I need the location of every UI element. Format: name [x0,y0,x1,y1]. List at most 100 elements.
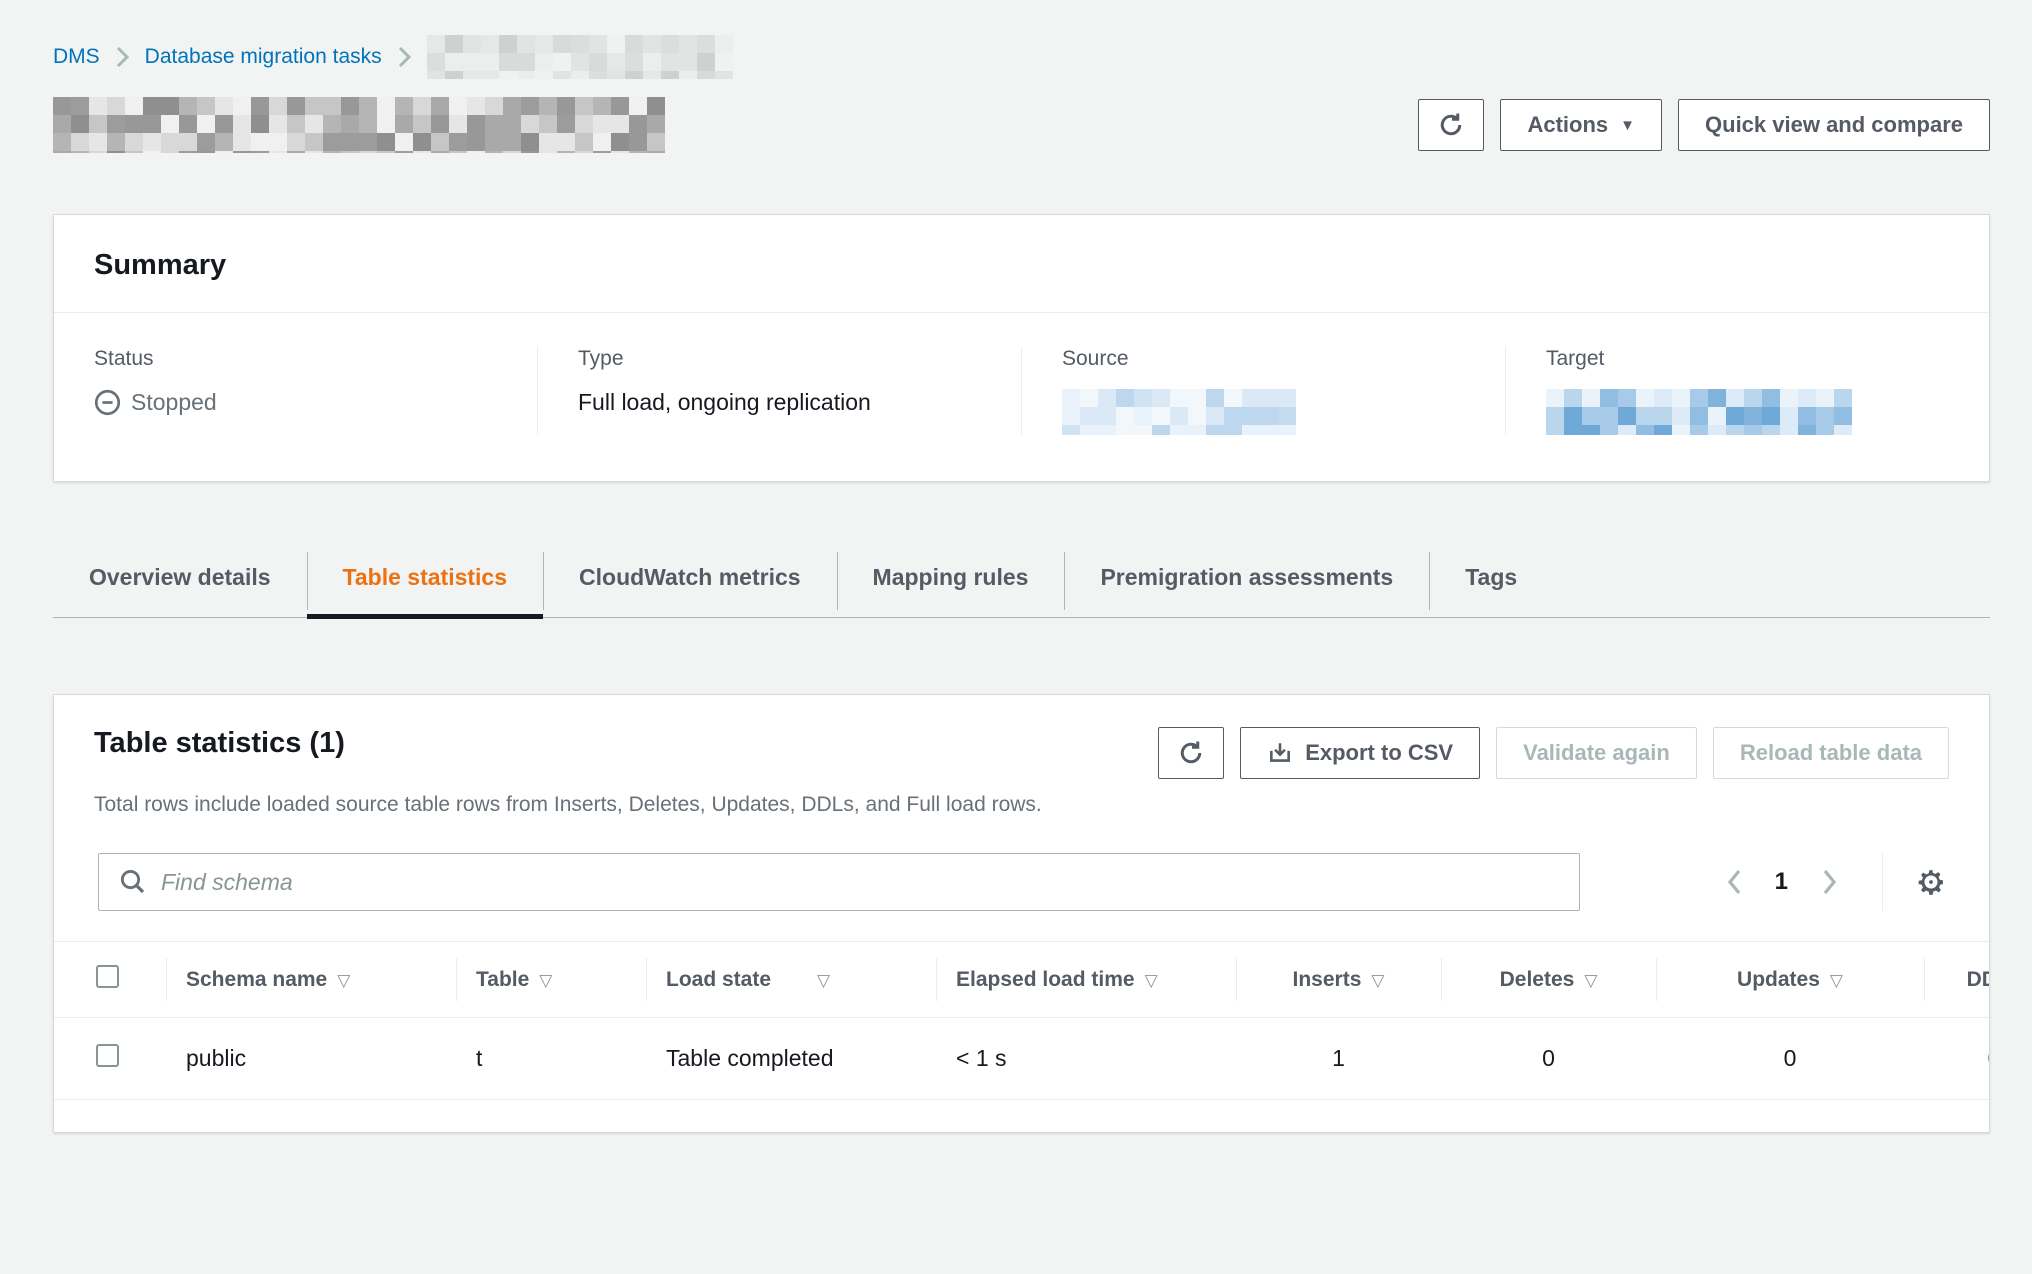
table-refresh-button[interactable] [1158,727,1224,779]
page-header: Actions ▼ Quick view and compare [53,94,1990,156]
column-header-schema-name[interactable]: Schema name ▽ [166,942,456,1018]
summary-field-type: Type Full load, ongoing replication [537,347,1021,435]
table-statistics-description: Total rows include loaded source table r… [54,779,1989,817]
sort-icon: ▽ [1584,971,1597,990]
summary-card: Summary Status Stopped Type Full load, o… [53,214,1990,482]
sort-icon: ▽ [817,971,830,990]
breadcrumb: DMS Database migration tasks [53,34,1990,80]
summary-title: Summary [94,249,226,281]
table-statistics-card: Table statistics (1) Export to CSV Valid… [53,694,1990,1133]
quick-view-label: Quick view and compare [1705,112,1963,138]
summary-field-status: Status Stopped [54,347,537,435]
column-label: Elapsed load time [956,968,1135,991]
column-header-deletes[interactable]: Deletes ▽ [1441,942,1656,1018]
tab-cloudwatch-metrics[interactable]: CloudWatch metrics [543,546,837,617]
tab-overview-details[interactable]: Overview details [53,546,307,617]
column-header-updates[interactable]: Updates ▽ [1656,942,1924,1018]
validate-again-button[interactable]: Validate again [1496,727,1697,779]
summary-card-header: Summary [54,215,1989,313]
table-statistics-header: Table statistics (1) Export to CSV Valid… [54,727,1989,779]
table-header-row: Schema name ▽ Table ▽ Load state ▽ Elapsed … [54,942,1989,1018]
page-title-redacted [53,97,665,153]
table-row: public t Table completed < 1 s 1 0 0 0 [54,1018,1989,1100]
sort-icon: ▽ [539,971,552,990]
summary-field-target: Target [1505,347,1989,435]
card-bottom-padding [54,1100,1989,1132]
toolbar-divider [1882,853,1883,911]
breadcrumb-current-redacted [427,35,733,79]
column-label: Table [476,968,529,991]
column-header-table[interactable]: Table ▽ [456,942,646,1018]
gear-icon [1913,864,1949,900]
summary-body: Status Stopped Type Full load, ongoing r… [54,313,1989,481]
type-label: Type [578,347,991,371]
breadcrumb-link-tasks[interactable]: Database migration tasks [145,45,382,69]
validate-again-label: Validate again [1523,740,1670,766]
actions-button-label: Actions [1527,112,1608,138]
column-label: Deletes [1500,968,1575,991]
reload-table-data-label: Reload table data [1740,740,1922,766]
cell-table: t [456,1018,646,1100]
cell-ddls: 0 [1924,1018,1989,1100]
tab-premigration-assessments[interactable]: Premigration assessments [1064,546,1429,617]
cell-updates: 0 [1656,1018,1924,1100]
cell-deletes: 0 [1441,1018,1656,1100]
summary-field-source: Source [1021,347,1505,435]
chevron-right-icon [116,46,129,68]
sort-icon: ▽ [1830,971,1843,990]
quick-view-compare-button[interactable]: Quick view and compare [1678,99,1990,151]
cell-schema-name: public [166,1018,456,1100]
status-value: Stopped [131,389,217,416]
pagination: 1 [1715,853,1949,911]
header-actions: Actions ▼ Quick view and compare [1418,99,1990,151]
cell-elapsed-load-time: < 1 s [936,1018,1236,1100]
reload-table-data-button[interactable]: Reload table data [1713,727,1949,779]
next-page-button[interactable] [1810,861,1848,903]
previous-page-button[interactable] [1715,861,1753,903]
search-icon [118,867,148,897]
refresh-icon [1436,110,1466,140]
refresh-icon [1176,738,1206,768]
sort-icon: ▽ [1145,971,1158,990]
export-to-csv-button[interactable]: Export to CSV [1240,727,1480,779]
column-label: Updates [1737,968,1820,991]
table-statistics-table-wrap: Schema name ▽ Table ▽ Load state ▽ Elapsed … [54,941,1989,1100]
select-all-checkbox[interactable] [96,965,119,988]
row-select-checkbox[interactable] [96,1044,119,1067]
schema-search [98,853,1580,911]
source-value-redacted[interactable] [1062,389,1308,435]
tab-table-statistics[interactable]: Table statistics [307,546,543,617]
find-schema-input[interactable] [98,853,1580,911]
column-label: Load state [666,968,771,991]
target-label: Target [1546,347,1959,371]
sort-icon: ▽ [1371,971,1384,990]
table-toolbar: 1 [54,817,1989,911]
column-header-inserts[interactable]: Inserts▽ [1236,942,1441,1018]
chevron-right-icon [398,46,411,68]
preferences-button[interactable] [1913,864,1949,900]
table-statistics-title: Table statistics (1) [94,727,345,760]
task-tabs: Overview details Table statistics CloudW… [53,546,1990,618]
column-header-elapsed-load-time[interactable]: Elapsed load time ▽ [936,942,1236,1018]
column-label: Schema name [186,968,327,991]
column-header-load-state[interactable]: Load state ▽ [646,942,936,1018]
table-statistics-table: Schema name ▽ Table ▽ Load state ▽ Elapsed … [54,941,1989,1100]
breadcrumb-link-dms[interactable]: DMS [53,45,100,69]
sort-icon: ▽ [337,971,350,990]
column-header-ddls[interactable]: DDLs [1924,942,1989,1018]
actions-button[interactable]: Actions ▼ [1500,99,1662,151]
export-to-csv-label: Export to CSV [1305,740,1453,766]
download-icon [1267,740,1293,766]
tab-mapping-rules[interactable]: Mapping rules [837,546,1065,617]
cell-inserts: 1 [1236,1018,1441,1100]
chevron-down-icon: ▼ [1620,118,1635,133]
cell-load-state: Table completed [646,1018,936,1100]
refresh-button[interactable] [1418,99,1484,151]
source-label: Source [1062,347,1475,371]
tab-tags[interactable]: Tags [1429,546,1553,617]
current-page-number[interactable]: 1 [1753,868,1810,896]
stopped-icon [94,389,121,416]
dms-task-page: DMS Database migration tasks Actions ▼ Q… [0,0,2032,1274]
target-value-redacted[interactable] [1546,389,1866,435]
column-label: DDLs [1967,968,1989,991]
